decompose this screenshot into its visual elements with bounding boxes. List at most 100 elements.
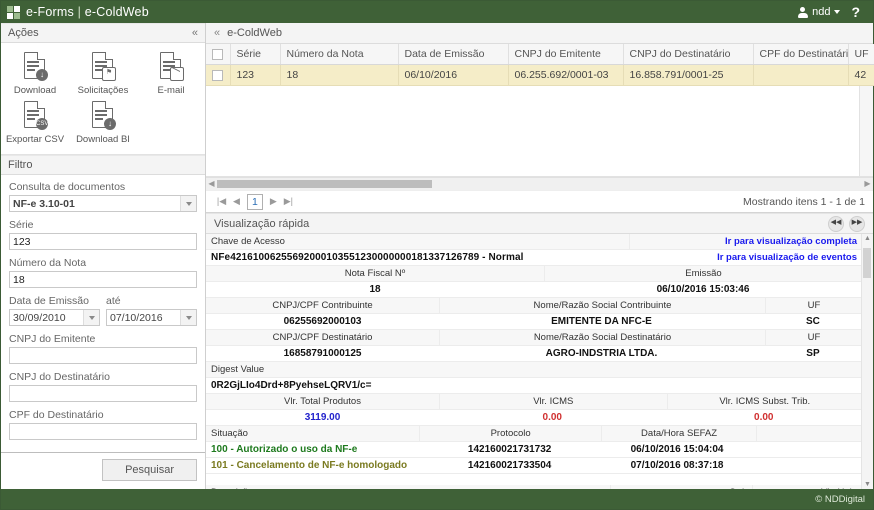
document-download-icon: ↓ — [22, 52, 48, 82]
row-checkbox[interactable] — [212, 70, 223, 81]
chevron-down-icon — [834, 10, 840, 14]
datahora-label: Data/Hora SEFAZ — [641, 428, 717, 439]
quickview-scrollbar[interactable]: ▲ ▼ — [861, 234, 873, 489]
col-serie[interactable]: Série — [230, 44, 280, 65]
select-all-checkbox[interactable] — [212, 49, 223, 60]
protocolo-value: 142160021733504 — [468, 460, 551, 471]
cpf-destinatario-label: CPF do Destinatário — [9, 409, 197, 421]
quickview-title: Visualização rápida — [214, 218, 309, 230]
cell-uf: 42 — [848, 65, 874, 86]
cnpj-destinatario-label: CNPJ do Destinatário — [9, 371, 197, 383]
application-window: e-Forms | e-ColdWeb ndd ? Ações « — [0, 0, 874, 510]
quickview-content: Chave de Acesso Ir para visualização com… — [206, 234, 862, 489]
protocolo-label: Protocolo — [491, 428, 531, 439]
serie-input[interactable] — [9, 233, 197, 250]
uf-contribuinte-value: SC — [806, 316, 820, 327]
cell-cpf-destinatario — [753, 65, 848, 86]
action-email[interactable]: E-mail — [137, 50, 205, 99]
field-cnpj-destinatario: CNPJ do Destinatário — [9, 371, 197, 402]
actions-row-2: CSV Exportar CSV ↓ Download BI — [1, 99, 205, 148]
calendar-dropdown-icon[interactable] — [83, 310, 99, 325]
field-date-range: Data de Emissão até — [9, 295, 197, 326]
select-all-header[interactable] — [206, 44, 230, 65]
action-exportar-csv[interactable]: CSV Exportar CSV — [1, 99, 69, 148]
valores-value-row: 3119.00 0.00 0.00 — [206, 410, 862, 426]
cnpj-destinatario-input[interactable] — [9, 385, 197, 402]
col-cnpj-emitente[interactable]: CNPJ do Emitente — [508, 44, 623, 65]
col-cnpj-destinatario[interactable]: CNPJ do Destinatário — [623, 44, 753, 65]
chave-acesso-row: Chave de Acesso Ir para visualização com… — [206, 234, 862, 250]
action-solicitacoes[interactable]: ⚑ Solicitações — [69, 50, 137, 99]
page-number-1[interactable]: 1 — [247, 194, 263, 210]
action-download[interactable]: ↓ Download — [1, 50, 69, 99]
uf-contribuinte-label: UF — [808, 300, 821, 311]
data-picker-wrap[interactable] — [9, 309, 100, 326]
cell-numero-nota: 18 — [280, 65, 398, 86]
quickview-prev-button[interactable]: ◀◀ — [828, 216, 844, 232]
consulta-select[interactable] — [9, 195, 197, 212]
nota-emissao-label-row: Nota Fiscal Nº Emissão — [206, 266, 862, 282]
grid-vertical-scrollbar[interactable] — [859, 86, 873, 176]
row-checkbox-cell[interactable] — [206, 65, 230, 86]
destinatario-label-row: CNPJ/CPF Destinatário Nome/Razão Social … — [206, 330, 862, 346]
situacao-row: 101 - Cancelamento de NF-e homologado 14… — [206, 458, 862, 474]
nome-contribuinte-label: Nome/Razão Social Contribuinte — [534, 300, 672, 311]
page-next-button[interactable]: ▶ — [266, 196, 281, 207]
cell-cnpj-destinatario: 16.858.791/0001-25 — [623, 65, 753, 86]
link-visualizacao-eventos[interactable]: Ir para visualização de eventos — [717, 252, 857, 263]
table-row[interactable]: 123 18 06/10/2016 06.255.692/0001-03 16.… — [206, 65, 874, 86]
filter-footer: Pesquisar — [1, 452, 205, 489]
ate-picker-wrap[interactable] — [106, 309, 197, 326]
cell-serie: 123 — [230, 65, 280, 86]
col-cpf-destinatario[interactable]: CPF do Destinatário — [753, 44, 848, 65]
col-data-emissao[interactable]: Data de Emissão — [398, 44, 508, 65]
title-main: e-Forms — [26, 5, 74, 19]
field-numero-nota: Número da Nota — [9, 257, 197, 288]
table-header-row: Série Número da Nota Data de Emissão CNP… — [206, 44, 874, 65]
grid-horizontal-scrollbar[interactable]: ◀ ▶ — [206, 177, 873, 190]
title-bar: e-Forms | e-ColdWeb ndd ? — [1, 1, 873, 23]
emissao-label: Emissão — [685, 268, 721, 279]
chevron-left-double-icon[interactable]: « — [214, 27, 220, 39]
scroll-thumb[interactable] — [217, 180, 432, 188]
link-visualizacao-completa[interactable]: Ir para visualização completa — [725, 236, 857, 247]
title-bar-right: ndd ? — [797, 5, 867, 19]
filter-panel: Consulta de documentos Série Número da N… — [1, 175, 205, 489]
quickview-next-button[interactable]: ▶▶ — [849, 216, 865, 232]
page-last-button[interactable]: ▶| — [281, 196, 296, 207]
scroll-left-icon[interactable]: ◀ — [206, 178, 217, 190]
col-uf[interactable]: UF — [848, 44, 874, 65]
chevron-down-icon[interactable] — [180, 196, 196, 211]
scroll-up-icon[interactable]: ▲ — [862, 235, 873, 242]
actions-panel-title: Ações — [8, 27, 39, 39]
cpf-destinatario-input[interactable] — [9, 423, 197, 440]
scroll-down-icon[interactable]: ▼ — [862, 481, 873, 488]
numero-input[interactable] — [9, 271, 197, 288]
col-numero-nota[interactable]: Número da Nota — [280, 44, 398, 65]
quickview-spacer — [206, 474, 862, 485]
search-button[interactable]: Pesquisar — [102, 459, 197, 481]
calendar-dropdown-icon[interactable] — [180, 310, 196, 325]
action-download-bi[interactable]: ↓ Download BI — [69, 99, 137, 148]
page-prev-button[interactable]: ◀ — [229, 196, 244, 207]
scroll-right-icon[interactable]: ▶ — [862, 178, 873, 190]
left-sidebar: Ações « ↓ Download — [1, 23, 206, 489]
chave-acesso-value-row: NFe4216100625569200010355123000000018133… — [206, 250, 862, 266]
vlr-total-label: Vlr. Total Produtos — [284, 396, 361, 407]
uf-destinatario-value: SP — [806, 348, 819, 359]
cnpj-emitente-input[interactable] — [9, 347, 197, 364]
chevron-up-double-icon[interactable]: « — [192, 28, 198, 39]
document-email-icon — [158, 52, 184, 82]
user-menu[interactable]: ndd — [797, 6, 840, 18]
consulta-select-wrap[interactable] — [9, 195, 197, 212]
actions-panel-header: Ações « — [1, 23, 205, 43]
quickview-scroll-thumb[interactable] — [863, 248, 871, 278]
quickview-header: Visualização rápida ◀◀ ▶▶ — [206, 213, 873, 234]
cnpj-destinatario-label: CNPJ/CPF Destinatário — [273, 332, 373, 343]
field-cpf-destinatario: CPF do Destinatário — [9, 409, 197, 440]
pagination-bar: |◀ ◀ 1 ▶ ▶| Mostrando itens 1 - 1 de 1 — [206, 190, 873, 212]
help-icon[interactable]: ? — [848, 5, 863, 19]
page-first-button[interactable]: |◀ — [214, 196, 229, 207]
chave-acesso-label: Chave de Acesso — [211, 236, 285, 247]
actions-row-1: ↓ Download ⚑ Solicitações — [1, 50, 205, 99]
